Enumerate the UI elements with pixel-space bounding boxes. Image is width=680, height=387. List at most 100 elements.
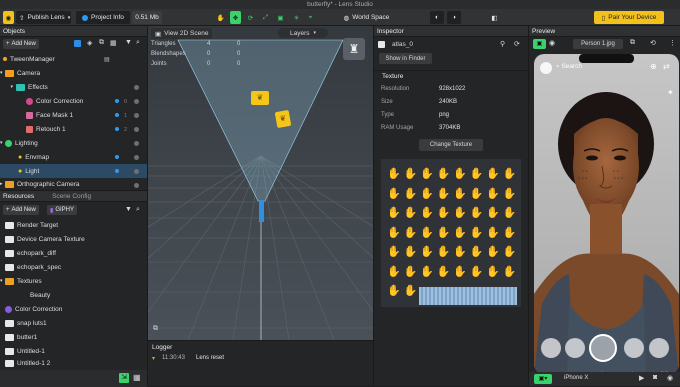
tree-item-label: Retouch 1 [36,125,66,133]
lens-icon[interactable]: ◉ [3,11,14,24]
flip-camera-icon[interactable]: ⇄ [663,62,670,71]
search-icon[interactable]: ⌕ [136,39,140,47]
person-dropdown[interactable]: Person 1.jpg [573,39,623,49]
search-icon: ⌕ [556,63,560,70]
visibility-icon[interactable] [134,85,139,90]
add-friend-icon[interactable]: ⊕ [650,62,657,71]
giphy-button[interactable]: ▮ GIPHY [47,205,77,215]
stat-value: 0 [207,51,211,57]
back-camera-icon[interactable]: ◑ [447,11,461,24]
snap-icon[interactable]: ⌖ [305,11,316,24]
reset-icon[interactable]: ⟲ [650,39,656,47]
view-list-icon[interactable] [74,40,81,47]
resource-folder-textures[interactable]: ▾ Textures [0,274,147,288]
change-texture-button[interactable]: Change Texture [419,139,483,151]
device-icon[interactable]: ▣▾ [534,374,552,384]
visibility-icon[interactable] [134,113,139,118]
image-icon[interactable]: ⧉ [630,39,635,47]
view-2d-scene-button[interactable]: ▣ View 2D Scene [151,28,213,39]
resource-color-correction[interactable]: Color Correction [0,302,147,316]
snapcode-icon[interactable]: ◉ [549,39,555,47]
scene-config-tab[interactable]: Scene Config [52,193,91,200]
capture-button[interactable] [589,334,617,362]
objects-add-new-button[interactable]: + Add New [3,39,39,49]
play-icon[interactable]: ▶ [639,374,644,382]
layers-dropdown[interactable]: Layers ▾ [278,28,328,38]
lens-carousel-item[interactable] [649,338,669,358]
color-correction-icon [5,305,12,313]
copy-icon[interactable]: ⧉ [99,39,104,47]
tree-item-tweenmanager[interactable]: TweenManager ▤ [0,52,147,66]
lens-carousel-item[interactable] [541,338,561,358]
resource-device-camera-texture[interactable]: Device Camera Texture [0,232,147,246]
snap-logo-icon[interactable]: ◧ [489,11,500,24]
resource-beauty[interactable]: Beauty [0,288,147,302]
resource-untitled-1[interactable]: Untitled-1 [0,344,147,358]
scene-camera-gizmo-icon[interactable]: ♜ [343,38,365,60]
pair-device-button[interactable]: ▯ Pair Your Device [594,11,664,24]
search-bar[interactable]: ⌕ Search [556,63,582,71]
project-size: 0.51 Mb [132,11,162,24]
grid-icon[interactable]: ▦ [110,39,117,47]
pivot-icon[interactable]: ✳ [291,11,302,24]
tree-item-camera[interactable]: ▾ Camera [0,66,147,80]
frame-scene-icon[interactable]: ⧉ [153,325,158,333]
visibility-icon[interactable] [134,155,139,160]
resource-echopark-spec[interactable]: echopark_spec [0,260,147,274]
texture-icon [5,347,14,355]
show-in-finder-button[interactable]: Show in Finder [379,53,432,64]
search-icon[interactable]: ⌕ [136,206,140,214]
screenshot-icon[interactable]: ◙ [653,374,657,381]
project-info-button[interactable]: Project Info [76,11,130,24]
tree-item-effects[interactable]: ▾ Effects [0,80,147,94]
visibility-icon[interactable] [134,141,139,146]
visibility-icon[interactable] [134,127,139,132]
scene-viewport[interactable]: ▣ View 2D Scene Layers ▾ Triangles 4 0 Blend… [147,26,373,340]
resource-snap-luts[interactable]: snap luts1 [0,316,147,330]
visibility-icon[interactable] [134,99,139,104]
grid-view-icon[interactable]: ▦ [133,373,141,382]
rotate-tool-icon[interactable]: ⟳ [245,11,256,24]
import-icon[interactable]: ⇲ [119,373,129,383]
move-tool-icon[interactable]: ✥ [230,11,241,24]
tree-item-envmap[interactable]: ● Envmap [0,150,147,164]
more-icon[interactable]: ⋮ [669,39,676,47]
resources-tab[interactable]: Resources [3,193,34,200]
resource-untitled-1-2[interactable]: Untitled-1 2 [0,358,147,368]
rect-tool-icon[interactable]: ▣ [275,11,286,24]
hand-frame-icon: ✋ [453,207,467,219]
publish-lens-button[interactable]: ⇧ Publish Lens ▾ [16,11,71,24]
resources-add-new-button[interactable]: + Add New [3,205,39,215]
info-icon [82,14,89,21]
device-dropdown[interactable]: iPhone X [564,375,600,384]
hand-tool-icon[interactable]: ✋ [215,11,226,24]
layers-icon[interactable]: ◈ [87,39,92,47]
refresh-icon[interactable]: ⟳ [514,40,520,48]
tree-item-lighting[interactable]: ▾ Lighting [0,136,147,150]
face-camera-icon[interactable]: ◐ [430,11,444,24]
resource-echopark-diff[interactable]: echopark_diff [0,246,147,260]
resource-butter1[interactable]: butter1 [0,330,147,344]
main-toolbar: ◉ ⇧ Publish Lens ▾ Project Info 0.51 Mb ✋ … [0,9,680,26]
tree-item-orthographic-camera[interactable]: ▸ Orthographic Camera [0,178,147,190]
link-icon[interactable]: ⚲ [500,40,505,48]
resource-render-target[interactable]: Render Target [0,218,147,232]
world-space-toggle[interactable]: ◍ World Space [339,11,394,24]
person-label: Person 1.jpg [581,41,615,47]
objects-title: Objects [3,27,26,35]
lens-carousel-item[interactable] [624,338,644,358]
filter-icon[interactable]: ▼ [125,206,132,213]
flash-icon[interactable]: ✦ [667,88,674,97]
butterfly-object-icon[interactable]: ❦ [251,91,269,105]
visibility-icon[interactable] [134,183,139,188]
preview-mode-icon[interactable]: ▣ [533,39,546,49]
filter-icon[interactable]: ▼ [125,39,132,46]
profile-avatar[interactable] [540,62,552,74]
hand-frame-icon: ✋ [403,246,418,258]
lens-carousel-item[interactable] [565,338,585,358]
record-icon[interactable]: ◉ [667,374,673,382]
butterfly-object-icon[interactable]: ❦ [274,109,292,129]
scale-tool-icon[interactable]: ⤢ [260,11,271,24]
visibility-icon[interactable] [134,169,139,174]
tree-item-light[interactable]: ● Light [0,164,147,178]
